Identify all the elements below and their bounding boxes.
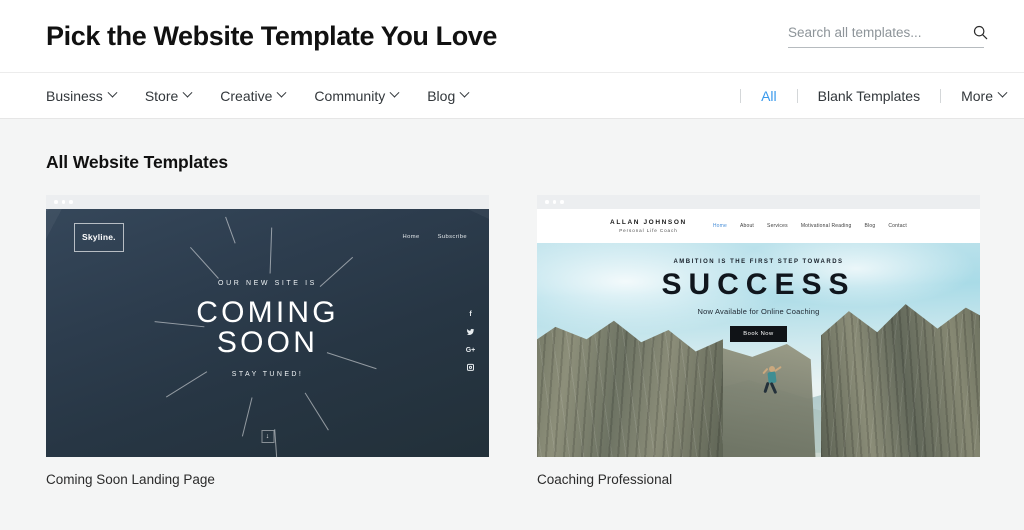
nav-label: More <box>961 87 993 104</box>
section-title: All Website Templates <box>46 152 229 172</box>
brand-name: ALLAN JOHNSON <box>610 219 687 226</box>
template-preview-frame[interactable]: Skyline. Home Subscribe OUR NEW SITE IS … <box>46 195 489 457</box>
preview-topbar: ALLAN JOHNSON Personal Life Coach Home A… <box>537 209 980 243</box>
climber-leg-left <box>763 381 770 394</box>
search-icon <box>973 25 988 39</box>
template-card-caption: Coaching Professional <box>537 472 673 487</box>
chrome-dot-icon <box>61 200 65 204</box>
scroll-down-icon: ↓ <box>261 430 274 443</box>
nav-label: Blog <box>427 87 456 104</box>
template-card-coming-soon[interactable]: Skyline. Home Subscribe OUR NEW SITE IS … <box>46 195 489 487</box>
nav-label: Creative <box>220 87 273 104</box>
main-content: All Website Templates Skyline. Home Subs… <box>0 119 1024 487</box>
nav-divider <box>940 88 942 103</box>
preview-nav-home: Home <box>712 223 727 229</box>
chevron-down-icon <box>182 87 193 98</box>
chevron-down-icon <box>107 87 118 98</box>
nav-item-business[interactable]: Business <box>46 87 118 104</box>
coaching-hero: ALLAN JOHNSON Personal Life Coach Home A… <box>537 209 980 457</box>
facebook-icon: f <box>469 310 472 318</box>
climber-leg-right <box>769 381 778 394</box>
instagram-icon <box>467 363 474 371</box>
chrome-dot-icon <box>69 200 73 204</box>
browser-chrome-bar <box>537 195 980 209</box>
coming-soon-hero: Skyline. Home Subscribe OUR NEW SITE IS … <box>46 209 489 457</box>
nav-label: Community <box>314 87 386 104</box>
hero-headline: SUCCESS <box>661 268 856 301</box>
chevron-down-icon <box>997 87 1008 98</box>
google-plus-icon: G+ <box>465 346 476 354</box>
template-grid: Skyline. Home Subscribe OUR NEW SITE IS … <box>46 195 980 487</box>
preview-nav: Home About Services Motivational Reading… <box>713 223 907 229</box>
chrome-dot-icon <box>560 200 564 204</box>
hero-tagline: STAY TUNED! <box>231 370 304 378</box>
hero-headline-line2: SOON <box>216 325 319 359</box>
twitter-icon <box>466 328 475 336</box>
nav-item-blog[interactable]: Blog <box>427 87 470 104</box>
nav-item-blank-templates[interactable]: Blank Templates <box>818 88 920 104</box>
chrome-dot-icon <box>54 200 58 204</box>
hero-kicker: OUR NEW SITE IS <box>218 280 317 288</box>
nav-item-creative[interactable]: Creative <box>220 87 287 104</box>
search-bar[interactable] <box>788 24 988 48</box>
nav-item-store[interactable]: Store <box>144 87 193 104</box>
template-card-caption: Coming Soon Landing Page <box>46 472 215 487</box>
page-header: Pick the Website Template You Love <box>0 0 1024 73</box>
nav-label: All <box>761 87 777 104</box>
nav-label: Business <box>46 87 103 104</box>
nav-divider <box>740 88 742 103</box>
chrome-dot-icon <box>552 200 556 204</box>
preview-nav-contact: Contact <box>888 223 907 229</box>
hero-kicker: AMBITION IS THE FIRST STEP TOWARDS <box>673 259 844 265</box>
nav-item-all[interactable]: All <box>761 88 777 104</box>
page-title: Pick the Website Template You Love <box>46 20 498 51</box>
hero-subline: Now Available for Online Coaching <box>697 307 820 316</box>
nav-label: Store <box>144 87 179 104</box>
navbar-left-group: Business Store Creative Community Blog <box>46 87 470 104</box>
preview-nav-services: Services <box>767 223 788 229</box>
preview-nav-about: About <box>739 223 755 229</box>
chevron-down-icon <box>459 87 470 98</box>
climber-figure <box>761 363 785 403</box>
chrome-dot-icon <box>545 200 549 204</box>
navbar-right-group: All Blank Templates More <box>720 87 1008 104</box>
book-now-button[interactable]: Book Now <box>730 326 787 342</box>
chevron-down-icon <box>389 87 400 98</box>
nav-item-community[interactable]: Community <box>314 87 400 104</box>
hero-headline-line1: COMING <box>196 296 339 330</box>
hero-copy: OUR NEW SITE IS COMING SOON STAY TUNED! <box>46 209 489 457</box>
preview-nav-motivational-reading: Motivational Reading <box>800 223 852 229</box>
brand-subtitle: Personal Life Coach <box>619 228 678 233</box>
chevron-down-icon <box>276 87 287 98</box>
category-navbar: Business Store Creative Community Blog A… <box>0 73 1024 119</box>
hero-image: AMBITION IS THE FIRST STEP TOWARDS SUCCE… <box>537 243 980 457</box>
template-card-coaching[interactable]: ALLAN JOHNSON Personal Life Coach Home A… <box>537 195 980 487</box>
nav-item-more[interactable]: More <box>961 87 1008 104</box>
search-button[interactable] <box>965 25 989 40</box>
nav-divider <box>796 88 798 103</box>
template-preview-frame[interactable]: ALLAN JOHNSON Personal Life Coach Home A… <box>537 195 980 457</box>
preview-nav-blog: Blog <box>864 223 876 229</box>
search-input[interactable] <box>788 24 965 40</box>
social-links: f G+ <box>466 310 475 371</box>
browser-chrome-bar <box>46 195 489 209</box>
nav-label: Blank Templates <box>817 87 921 104</box>
brand-block: ALLAN JOHNSON Personal Life Coach <box>610 219 687 233</box>
hero-copy: AMBITION IS THE FIRST STEP TOWARDS SUCCE… <box>537 259 980 342</box>
